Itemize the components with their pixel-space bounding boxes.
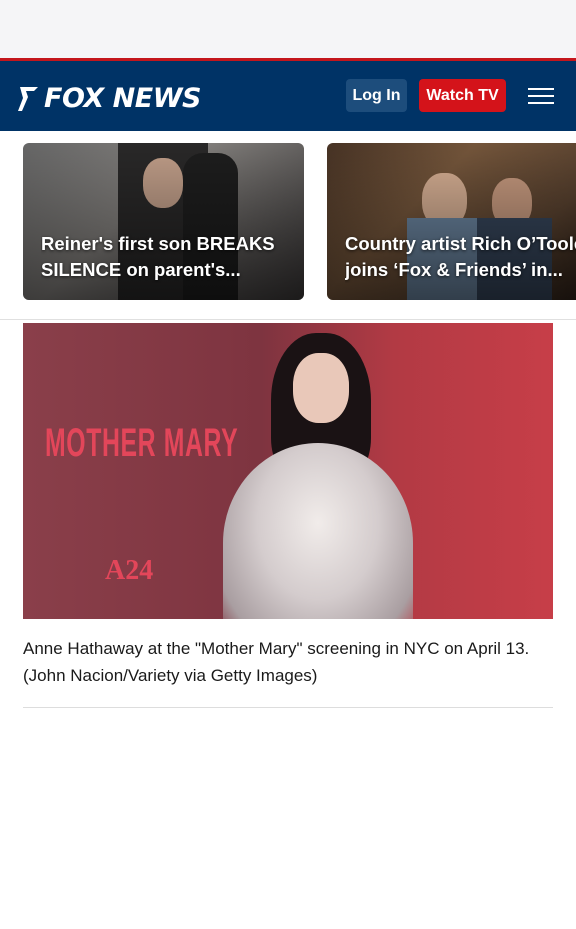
card-title: Country artist Rich O’Toole joins ‘Fox &… — [345, 233, 576, 280]
site-header: FOX NEWS Log In Watch TV — [0, 58, 576, 131]
person-dress — [223, 443, 413, 619]
watch-tv-button[interactable]: Watch TV — [419, 79, 506, 112]
ad-slot — [0, 0, 576, 58]
hamburger-menu-icon[interactable] — [528, 88, 554, 104]
image-backdrop-text: MOTHER MARY — [45, 421, 239, 465]
carousel-card-reiner[interactable]: Reiner's first son BREAKS SILENCE on par… — [23, 143, 304, 300]
fox-news-logo[interactable]: FOX NEWS — [16, 81, 201, 115]
image-caption: Anne Hathaway at the "Mother Mary" scree… — [23, 639, 530, 685]
divider — [23, 707, 553, 708]
person-face — [293, 353, 349, 423]
fox-logo-mark-icon — [18, 87, 38, 111]
logo-text: FOX NEWS — [44, 82, 201, 114]
carousel-card-rich-otoole[interactable]: Country artist Rich O’Toole joins ‘Fox &… — [327, 143, 576, 300]
login-button[interactable]: Log In — [346, 79, 407, 112]
article-hero-image: MOTHER MARY A24 — [23, 323, 553, 619]
card-title: Reiner's first son BREAKS SILENCE on par… — [41, 233, 275, 280]
image-backdrop-logo: A24 — [105, 555, 154, 586]
story-carousel: Reiner's first son BREAKS SILENCE on par… — [0, 131, 576, 320]
